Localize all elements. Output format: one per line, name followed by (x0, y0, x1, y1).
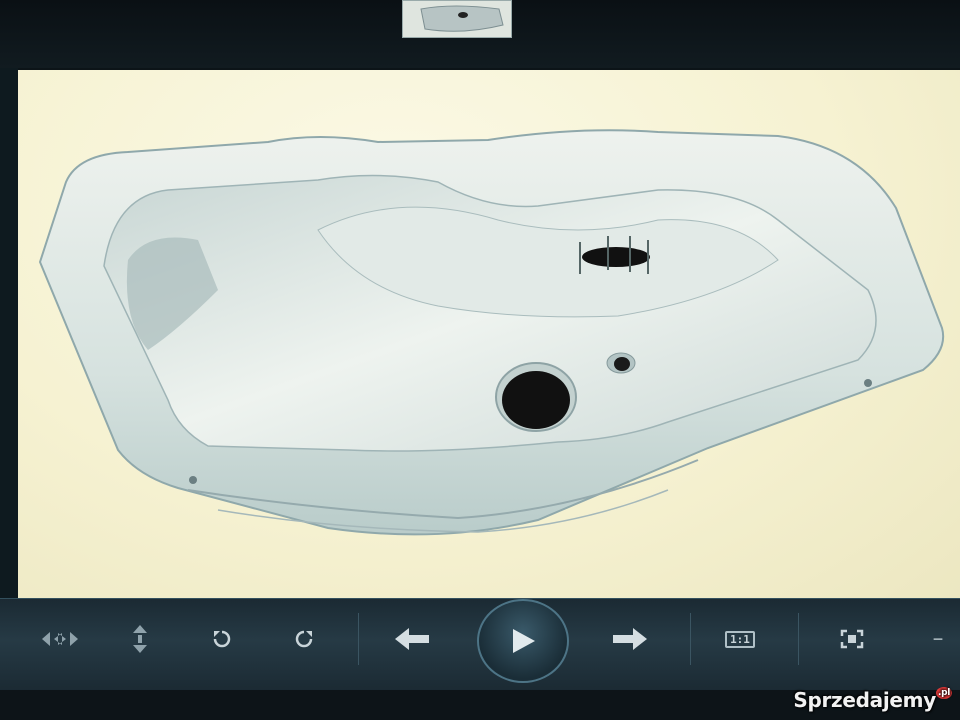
rotate-ccw-icon (213, 630, 231, 648)
previous-button[interactable] (392, 621, 432, 657)
vertical-arrows-icon (133, 625, 147, 653)
fullscreen-button[interactable] (832, 621, 872, 657)
image-viewer[interactable] (18, 70, 960, 598)
watermark-text: Sprzedajemy (793, 688, 936, 712)
actual-size-label: 1:1 (725, 630, 755, 648)
play-button[interactable] (477, 599, 569, 683)
zoom-out-label: − (932, 628, 944, 649)
toolbar-divider (358, 613, 359, 665)
top-bar (0, 0, 960, 68)
monitor-bezel (0, 68, 18, 600)
rotate-cw-icon (295, 630, 313, 648)
play-icon (513, 629, 535, 653)
horizontal-arrows-icon (42, 632, 78, 646)
fit-width-button[interactable] (40, 621, 80, 657)
rotate-right-button[interactable] (284, 621, 324, 657)
fit-height-button[interactable] (120, 621, 160, 657)
next-button[interactable] (610, 621, 650, 657)
arrow-left-icon (395, 628, 429, 650)
fullscreen-icon (840, 629, 864, 649)
fuel-tank-photo (38, 129, 945, 536)
zoom-out-button[interactable]: − (918, 621, 958, 657)
watermark-suffix: .pl (935, 687, 952, 699)
viewer-toolbar: 1:1 − (0, 598, 960, 691)
watermark-logo: Sprzedajemy .pl (793, 687, 952, 712)
fuel-tank-thumbnail[interactable] (402, 0, 512, 38)
actual-size-button[interactable]: 1:1 (720, 621, 760, 657)
toolbar-divider (690, 613, 691, 665)
rotate-left-button[interactable] (202, 621, 242, 657)
arrow-right-icon (613, 628, 647, 650)
toolbar-divider (798, 613, 799, 665)
